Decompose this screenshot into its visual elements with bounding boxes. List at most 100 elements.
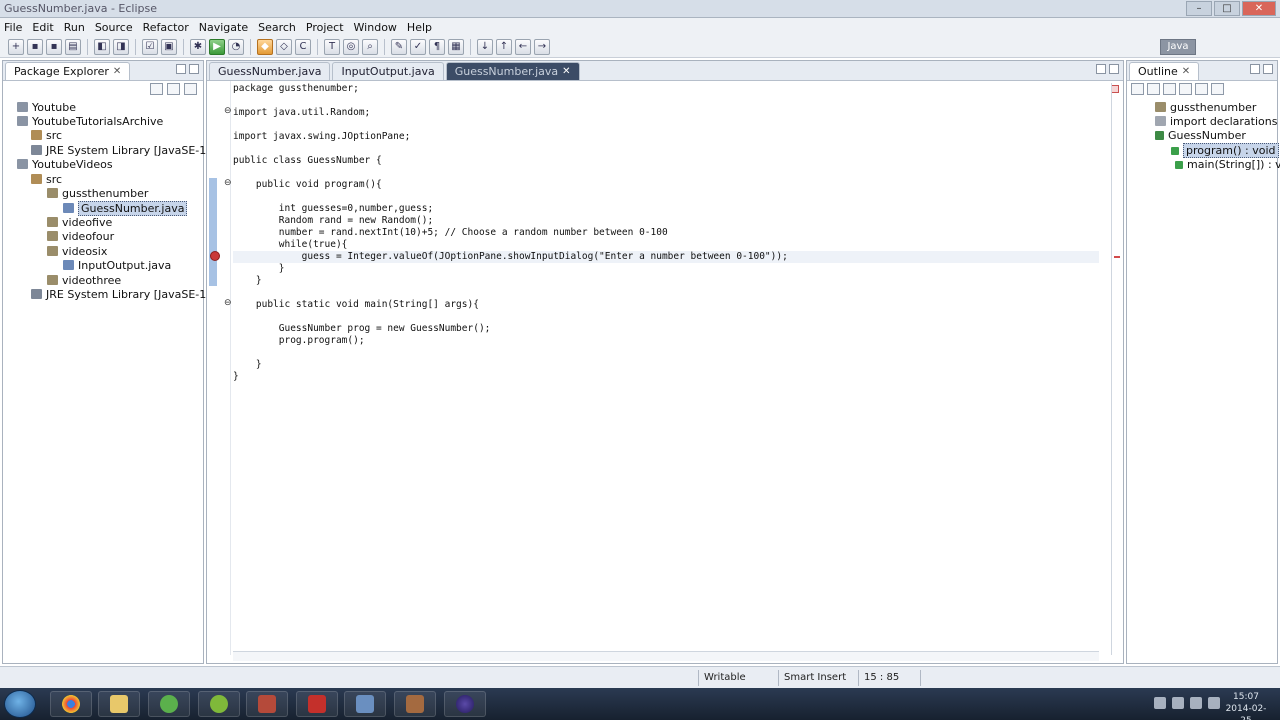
forward-icon[interactable]: → bbox=[534, 38, 550, 55]
tab-guessnumber-active[interactable]: GuessNumber.java ✕ bbox=[445, 62, 580, 80]
tree-item[interactable]: videothree bbox=[47, 274, 121, 288]
build-icon[interactable]: ◧ bbox=[94, 38, 110, 55]
save-all-icon[interactable]: ▪ bbox=[46, 38, 62, 55]
fold-icon[interactable]: ⊖ bbox=[224, 298, 232, 308]
tree-item[interactable]: JRE System Library [JavaSE-1.6] bbox=[31, 144, 221, 158]
view-menu-icon[interactable] bbox=[184, 83, 197, 95]
horizontal-scrollbar[interactable] bbox=[233, 651, 1099, 661]
menu-project[interactable]: Project bbox=[306, 21, 344, 34]
menu-window[interactable]: Window bbox=[354, 21, 397, 34]
taskbar-acrobat[interactable] bbox=[296, 691, 338, 717]
taskbar-clock[interactable]: 15:07 2014-02-25 bbox=[1220, 691, 1272, 720]
hide-local-types-icon[interactable] bbox=[1195, 83, 1208, 95]
outline-item[interactable]: gussthenumber bbox=[1155, 101, 1256, 115]
outline-item[interactable]: main(String[]) : void bbox=[1175, 158, 1280, 172]
tray-arrow-icon[interactable] bbox=[1154, 697, 1166, 709]
hide-nonpublic-icon[interactable] bbox=[1179, 83, 1192, 95]
save-icon[interactable]: ▪ bbox=[27, 38, 43, 55]
action-center-icon[interactable] bbox=[1208, 697, 1220, 709]
vertical-scrollbar[interactable] bbox=[1111, 83, 1121, 655]
toggle-mark-icon[interactable]: ✓ bbox=[410, 38, 426, 55]
next-annotation-icon[interactable]: ↓ bbox=[477, 38, 493, 55]
new-class-icon[interactable]: C bbox=[295, 38, 311, 55]
network-tray-icon[interactable] bbox=[1190, 697, 1202, 709]
taskbar-archive[interactable] bbox=[394, 691, 436, 717]
outline-item[interactable]: import declarations bbox=[1155, 115, 1277, 129]
taskbar-explorer[interactable] bbox=[98, 691, 140, 717]
tab-inputoutput[interactable]: InputOutput.java bbox=[332, 62, 444, 80]
tree-item[interactable]: gussthenumber bbox=[47, 187, 148, 201]
close-button[interactable]: ✕ bbox=[1242, 1, 1276, 16]
fold-icon[interactable]: ⊖ bbox=[224, 178, 232, 188]
tab-outline[interactable]: Outline ✕ bbox=[1129, 62, 1200, 80]
debug-icon[interactable]: ✱ bbox=[190, 38, 206, 55]
tree-item[interactable]: JRE System Library [JavaSE-1.6] bbox=[31, 288, 221, 302]
external-tools-icon[interactable]: ◔ bbox=[228, 38, 244, 55]
tree-item[interactable]: videofive bbox=[47, 216, 112, 230]
perspective-button[interactable]: Java bbox=[1160, 39, 1196, 55]
hide-fields-icon[interactable] bbox=[1147, 83, 1160, 95]
tree-item[interactable]: InputOutput.java bbox=[63, 259, 171, 273]
build-all-icon[interactable]: ◨ bbox=[113, 38, 129, 55]
fold-icon[interactable]: ⊖ bbox=[224, 106, 232, 116]
code-area[interactable]: package gussthenumber; import java.util.… bbox=[233, 81, 1099, 655]
tab-guessnumber[interactable]: GuessNumber.java bbox=[209, 62, 331, 80]
menu-search[interactable]: Search bbox=[258, 21, 296, 34]
taskbar-eclipse[interactable] bbox=[444, 691, 486, 717]
view-menu-icon[interactable] bbox=[1211, 83, 1224, 95]
start-button[interactable] bbox=[4, 690, 36, 718]
maximize-panel-icon[interactable] bbox=[1109, 64, 1119, 74]
menu-edit[interactable]: Edit bbox=[32, 21, 53, 34]
checkbox-icon[interactable]: ☑ bbox=[142, 38, 158, 55]
print-icon[interactable]: ▤ bbox=[65, 38, 81, 55]
hide-static-icon[interactable] bbox=[1163, 83, 1176, 95]
minimize-panel-icon[interactable] bbox=[1250, 64, 1260, 74]
taskbar-spotify[interactable] bbox=[198, 691, 240, 717]
collapse-all-icon[interactable] bbox=[150, 83, 163, 95]
minimize-button[interactable]: – bbox=[1186, 1, 1212, 16]
new-java-project-icon[interactable]: ◆ bbox=[257, 38, 273, 55]
tab-package-explorer[interactable]: Package Explorer ✕ bbox=[5, 62, 131, 80]
link-with-editor-icon[interactable] bbox=[167, 83, 180, 95]
annotation-icon[interactable]: ✎ bbox=[391, 38, 407, 55]
sort-icon[interactable] bbox=[1131, 83, 1144, 95]
tree-item[interactable]: src bbox=[31, 173, 62, 187]
close-icon[interactable]: ✕ bbox=[113, 66, 121, 77]
outline-item-selected[interactable]: program() : void bbox=[1171, 143, 1279, 158]
menu-run[interactable]: Run bbox=[64, 21, 85, 34]
menu-file[interactable]: File bbox=[4, 21, 22, 34]
search-icon[interactable]: ⌕ bbox=[362, 38, 378, 55]
run-icon[interactable]: ▶ bbox=[209, 38, 225, 55]
minimize-panel-icon[interactable] bbox=[1096, 64, 1106, 74]
show-whitespace-icon[interactable]: ¶ bbox=[429, 38, 445, 55]
new-icon[interactable]: + bbox=[8, 38, 24, 55]
menu-help[interactable]: Help bbox=[407, 21, 432, 34]
tree-item[interactable]: src bbox=[31, 129, 62, 143]
taskbar-app[interactable] bbox=[246, 691, 288, 717]
block-selection-icon[interactable]: ▦ bbox=[448, 38, 464, 55]
tree-item[interactable]: videosix bbox=[47, 245, 107, 259]
back-icon[interactable]: ← bbox=[515, 38, 531, 55]
new-package-icon[interactable]: ◇ bbox=[276, 38, 292, 55]
close-icon[interactable]: ✕ bbox=[562, 66, 570, 77]
menu-source[interactable]: Source bbox=[95, 21, 133, 34]
taskbar-chrome[interactable] bbox=[50, 691, 92, 717]
error-overview-mark[interactable] bbox=[1114, 256, 1120, 258]
maximize-panel-icon[interactable] bbox=[189, 64, 199, 74]
taskbar-utorrent[interactable] bbox=[148, 691, 190, 717]
menu-refactor[interactable]: Refactor bbox=[143, 21, 189, 34]
maximize-button[interactable]: □ bbox=[1214, 1, 1240, 16]
open-task-icon[interactable]: ◎ bbox=[343, 38, 359, 55]
tree-item[interactable]: videofour bbox=[47, 230, 114, 244]
tree-item-selected[interactable]: GuessNumber.java bbox=[63, 201, 188, 216]
tree-item[interactable]: YoutubeTutorialsArchive bbox=[17, 115, 163, 129]
volume-icon[interactable] bbox=[1172, 697, 1184, 709]
close-icon[interactable]: ✕ bbox=[1182, 66, 1190, 77]
maximize-panel-icon[interactable] bbox=[1263, 64, 1273, 74]
error-icon[interactable] bbox=[210, 251, 220, 261]
previous-annotation-icon[interactable]: ↑ bbox=[496, 38, 512, 55]
taskbar-network[interactable] bbox=[344, 691, 386, 717]
minimize-panel-icon[interactable] bbox=[176, 64, 186, 74]
menu-navigate[interactable]: Navigate bbox=[199, 21, 248, 34]
tree-item[interactable]: YoutubeVideos bbox=[17, 158, 113, 172]
